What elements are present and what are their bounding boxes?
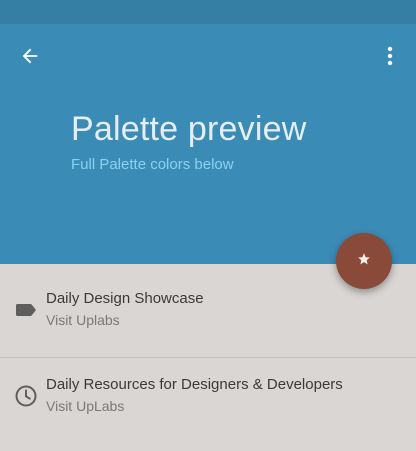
list-item-subtitle: Visit UpLabs [46,398,125,414]
label-tag-icon [14,298,38,322]
status-bar [0,0,416,24]
app-header: Palette preview Full Palette colors belo… [0,24,416,264]
page-title: Palette preview [71,110,307,148]
more-vert-icon [387,46,393,71]
page-subtitle: Full Palette colors below [71,156,234,173]
star-icon [357,252,371,271]
back-button[interactable] [14,42,46,74]
list-item-title: Daily Resources for Designers & Develope… [46,376,343,393]
more-options-button[interactable] [374,42,406,74]
list-item-subtitle: Visit Uplabs [46,312,120,328]
clock-icon [14,384,38,408]
list-item-design-resources[interactable]: Daily Resources for Designers & Develope… [0,357,416,450]
list-item-title: Daily Design Showcase [46,290,204,307]
favorite-fab-button[interactable] [336,233,392,289]
arrow-back-icon [19,45,41,72]
